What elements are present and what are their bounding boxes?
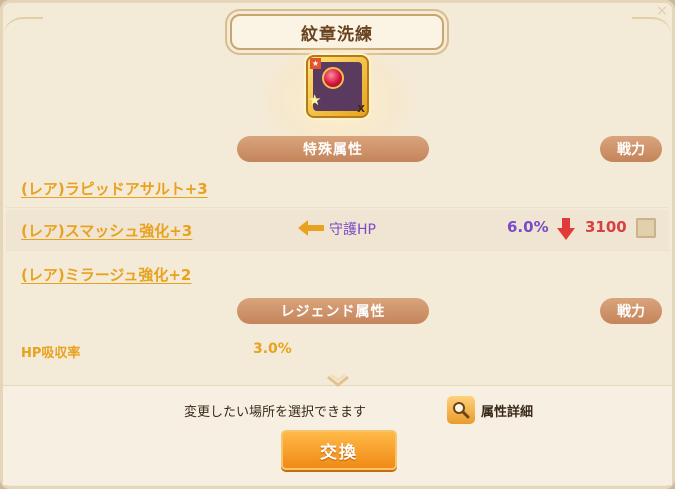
special-attribute-1[interactable]: (レア)ラピッドアサルト+3: [21, 178, 208, 199]
special-attribute-3[interactable]: (レア)ミラージュ強化+2: [21, 264, 191, 285]
instruction-text: 変更したい場所を選択できます: [184, 405, 367, 420]
divider: [6, 207, 669, 208]
attribute-detail-button[interactable]: 属性詳細: [447, 396, 533, 424]
star-icon: ★: [308, 91, 322, 109]
corner-decoration-left: [3, 17, 43, 37]
attribute-detail-label: 属性詳細: [481, 404, 534, 420]
arrow-down-icon: [557, 218, 575, 240]
emblem-icon[interactable]: ★ ★ X: [306, 55, 369, 118]
chevron-down-icon[interactable]: [325, 374, 351, 390]
compare-stat-value: 6.0%: [507, 218, 549, 236]
special-attributes-header: 特殊属性: [237, 136, 429, 162]
search-icon: [447, 396, 475, 424]
special-power-button[interactable]: 戦力: [600, 136, 662, 162]
rarity-badge-icon: ★: [310, 58, 321, 69]
corner-decoration-right: [632, 17, 672, 37]
exchange-button[interactable]: 交換: [281, 430, 397, 470]
divider: [6, 250, 669, 251]
lock-checkbox[interactable]: [636, 218, 656, 238]
arrow-left-icon: [298, 220, 324, 236]
compare-power-value: 3100: [585, 218, 627, 236]
close-icon[interactable]: ×: [655, 4, 669, 18]
legend-attributes-header: レジェンド属性: [237, 298, 429, 324]
compare-stat-label: 守護HP: [329, 222, 376, 238]
class-mark-icon: X: [357, 104, 365, 115]
gem-icon: [322, 67, 344, 89]
legend-power-button[interactable]: 戦力: [600, 298, 662, 324]
legend-attribute-name: HP吸収率: [21, 346, 81, 361]
legend-attribute-value: 3.0%: [253, 341, 292, 357]
special-attribute-2[interactable]: (レア)スマッシュ強化+3: [21, 220, 192, 241]
